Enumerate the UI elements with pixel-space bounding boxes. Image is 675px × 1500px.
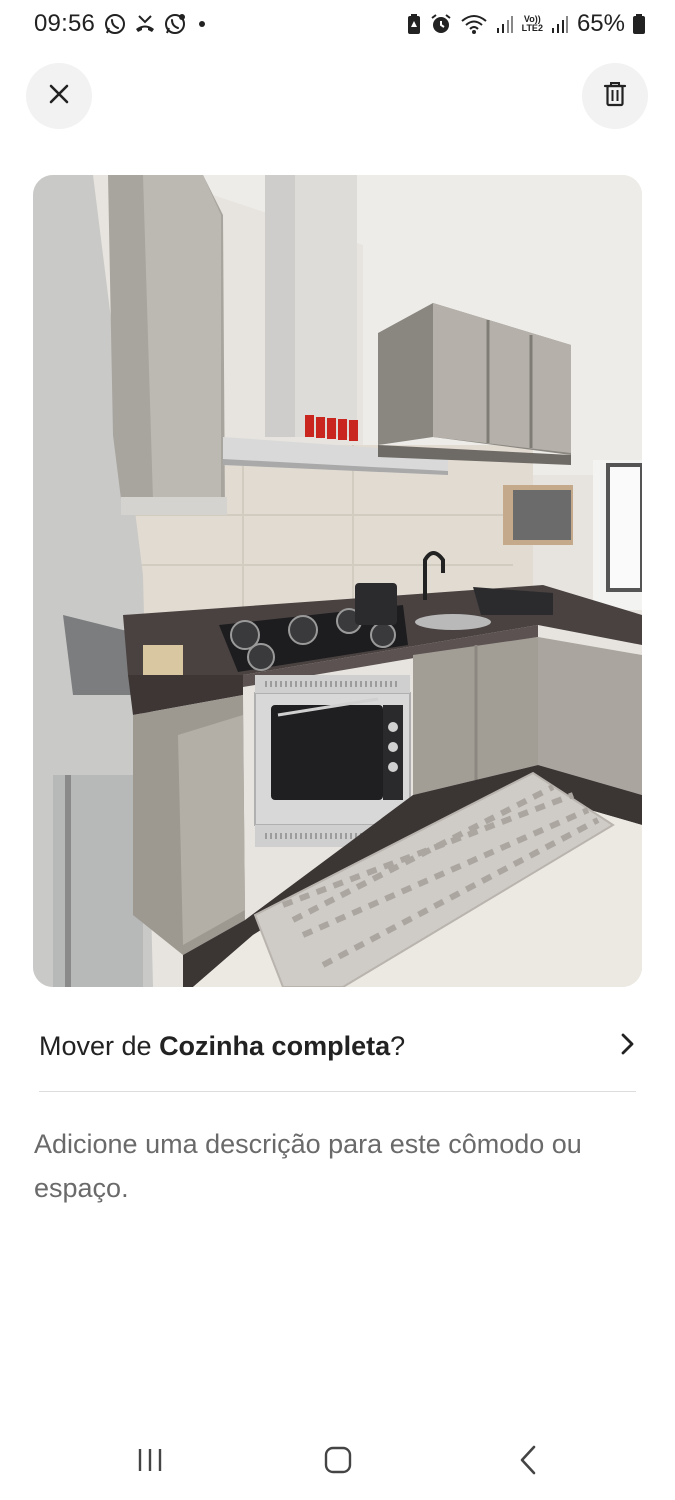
whatsapp-icon (103, 12, 127, 36)
battery-percent: 65% (576, 10, 625, 37)
whatsapp-business-icon (163, 12, 187, 36)
volte-icon: Vo)) LTE2 (522, 15, 543, 33)
move-room-label: Mover de Cozinha completa? (39, 1031, 405, 1062)
back-icon (518, 1445, 538, 1480)
recents-button[interactable] (128, 1442, 172, 1482)
move-room-name: Cozinha completa (159, 1030, 391, 1061)
chevron-right-icon (620, 1032, 636, 1061)
close-icon (48, 83, 70, 110)
missed-call-icon (133, 12, 157, 36)
home-icon (324, 1446, 352, 1479)
system-nav-bar (0, 1430, 675, 1490)
close-button[interactable] (26, 63, 92, 129)
signal-icon-2 (551, 14, 569, 34)
delete-photo-button[interactable] (582, 63, 648, 129)
alarm-icon (430, 13, 452, 35)
description-input[interactable]: Adicione uma descrição para este cômodo … (34, 1122, 644, 1210)
move-room-suffix: ? (390, 1030, 406, 1061)
status-system-icons: Vo)) LTE2 65% (406, 10, 645, 38)
move-room-prefix: Mover de (39, 1030, 160, 1061)
kitchen-photo-image (33, 175, 642, 987)
divider (39, 1091, 636, 1092)
room-photo (33, 175, 642, 987)
home-button[interactable] (316, 1442, 360, 1482)
trash-icon (603, 81, 627, 112)
signal-icon (496, 14, 514, 34)
volte-line2: LTE2 (521, 23, 543, 33)
status-time: 09:56 (34, 10, 96, 37)
recents-icon (135, 1447, 165, 1478)
status-notification-icons (103, 12, 205, 36)
back-button[interactable] (506, 1442, 550, 1482)
battery-saver-icon (406, 12, 422, 36)
wifi-icon (460, 13, 488, 35)
notification-dot (199, 21, 205, 27)
status-bar: 09:56 Vo)) LTE2 65% (0, 0, 675, 52)
move-room-row[interactable]: Mover de Cozinha completa? (39, 1018, 636, 1074)
battery-icon (633, 13, 645, 35)
